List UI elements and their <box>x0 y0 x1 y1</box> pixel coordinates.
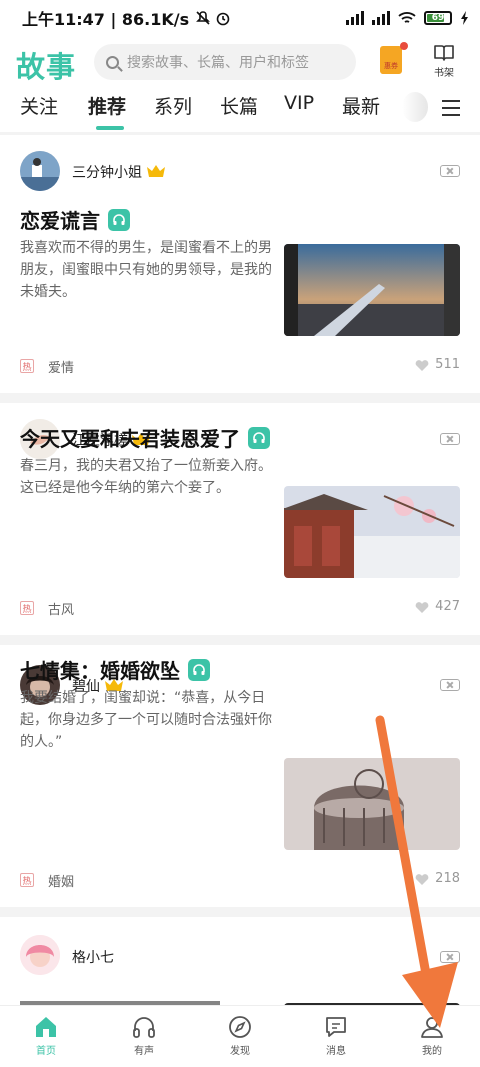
avatar[interactable] <box>20 151 60 191</box>
story-tag[interactable]: 爱情 <box>48 357 74 376</box>
bookshelf-button[interactable]: 书架 <box>428 44 460 79</box>
like-count: 427 <box>435 599 460 614</box>
nav-messages-label: 消息 <box>326 1046 346 1057</box>
hot-tag-icon: 热 <box>20 601 34 615</box>
alarm-icon <box>216 12 230 26</box>
nav-messages[interactable]: 消息 <box>306 1014 366 1057</box>
story-title[interactable]: 七情集：婚婚欲坠 <box>20 655 210 684</box>
signal-icon-2 <box>372 11 390 25</box>
tab-long[interactable]: 长篇 <box>220 92 258 119</box>
dismiss-icon[interactable] <box>440 165 460 177</box>
story-card[interactable]: 三分钟小姐 恋爱谎言 我喜欢而不得的男生，是闺蜜看不上的男朋友，闺蜜眼中只有她的… <box>0 135 480 393</box>
story-card[interactable]: 格小七 <box>0 917 480 1017</box>
story-excerpt: 我喜欢而不得的男生，是闺蜜看不上的男朋友，闺蜜眼中只有她的男领导，是我的未婚夫。 <box>20 240 272 300</box>
app-root: { "status_bar": { "time_speed": "上午11:47… <box>0 0 480 1067</box>
story-title-text: 今天又要和夫君装恩爱了 <box>20 427 240 451</box>
red-packet-button[interactable]: 惠券 <box>380 42 408 74</box>
dismiss-icon[interactable] <box>440 433 460 445</box>
charging-icon <box>461 11 468 25</box>
tab-vip[interactable]: VIP <box>284 92 314 114</box>
audio-badge-icon <box>188 658 210 681</box>
status-bar: 上午11:47 | 86.1K/s 69 <box>0 0 480 36</box>
compass-icon <box>229 1016 251 1038</box>
book-icon <box>434 45 454 61</box>
home-icon <box>36 1017 56 1037</box>
hot-tag-icon: 热 <box>20 873 34 887</box>
heart-icon <box>415 359 429 371</box>
notification-dot <box>400 42 408 50</box>
story-thumbnail[interactable] <box>284 758 460 850</box>
tab-follow[interactable]: 关注 <box>20 92 58 119</box>
nav-audio[interactable]: 有声 <box>114 1014 174 1057</box>
tab-recommend[interactable]: 推荐 <box>88 92 126 119</box>
red-packet-label: 惠券 <box>384 62 398 70</box>
nav-home[interactable]: 首页 <box>16 1014 76 1057</box>
tab-latest[interactable]: 最新 <box>342 92 380 119</box>
dismiss-icon[interactable] <box>440 951 460 963</box>
heart-icon <box>415 601 429 613</box>
bottom-nav: 首页 有声 发现 消息 我的 <box>0 1005 480 1067</box>
menu-icon[interactable] <box>442 100 460 116</box>
bookshelf-label: 书架 <box>434 68 454 79</box>
story-excerpt: 我要结婚了，闺蜜却说：“恭喜，从今日起，你身边多了一个可以随时合法强奸你的人。” <box>20 690 272 750</box>
nav-audio-label: 有声 <box>134 1046 154 1057</box>
nav-profile[interactable]: 我的 <box>402 1014 462 1057</box>
like-count: 218 <box>435 871 460 886</box>
battery-level: 69 <box>431 13 445 23</box>
headphones-icon <box>133 1017 155 1038</box>
like-button[interactable]: 511 <box>415 357 460 372</box>
story-tag[interactable]: 古风 <box>48 599 74 618</box>
message-icon <box>326 1017 346 1037</box>
dismiss-icon[interactable] <box>440 679 460 691</box>
nav-discover[interactable]: 发现 <box>210 1014 270 1057</box>
avatar[interactable] <box>20 935 60 975</box>
search-placeholder: 搜索故事、长篇、用户和标签 <box>127 55 309 71</box>
mute-icon <box>196 11 211 25</box>
audio-badge-icon <box>248 426 270 449</box>
like-button[interactable]: 218 <box>415 871 460 886</box>
battery-icon: 69 <box>424 11 452 25</box>
author-name[interactable]: 三分钟小姐 <box>72 162 142 182</box>
story-tag[interactable]: 婚姻 <box>48 871 74 890</box>
search-icon <box>106 55 119 69</box>
story-thumbnail[interactable] <box>284 244 460 336</box>
tab-overflow-fade <box>402 92 428 122</box>
profile-icon <box>421 1017 443 1038</box>
heart-icon <box>415 873 429 885</box>
story-title[interactable]: 恋爱谎言 <box>20 205 130 234</box>
audio-badge-icon <box>108 208 130 231</box>
author-name[interactable]: 格小七 <box>72 947 114 967</box>
wifi-icon <box>398 12 416 23</box>
category-tabs: 关注 推荐 系列 长篇 VIP 最新 <box>0 88 480 132</box>
story-title[interactable]: 今天又要和夫君装恩爱了 <box>20 423 270 452</box>
app-header: 故事 搜索故事、长篇、用户和标签 惠券 书架 关注 推荐 系列 长篇 VIP 最… <box>0 36 480 132</box>
nav-profile-label: 我的 <box>422 1046 442 1057</box>
nav-home-label: 首页 <box>36 1046 56 1057</box>
like-count: 511 <box>435 357 460 372</box>
status-time: 上午11:47 | 86.1K/s <box>22 10 190 29</box>
story-thumbnail[interactable] <box>284 486 460 578</box>
signal-icon <box>346 11 364 25</box>
like-button[interactable]: 427 <box>415 599 460 614</box>
story-card[interactable]: 江左浮槎 今天又要和夫君装恩爱了 春三月，我的夫君又抬了一位新妾入府。这已经是他… <box>0 403 480 635</box>
app-logo: 故事 <box>16 50 77 84</box>
crown-icon <box>147 165 165 177</box>
tab-series[interactable]: 系列 <box>154 92 192 119</box>
story-excerpt: 春三月，我的夫君又抬了一位新妾入府。这已经是他今年纳的第六个妾了。 <box>20 458 272 496</box>
story-title-text: 恋爱谎言 <box>20 209 100 233</box>
hot-tag-icon: 热 <box>20 359 34 373</box>
active-tab-indicator <box>96 126 124 130</box>
nav-discover-label: 发现 <box>230 1046 250 1057</box>
story-card[interactable]: 碧仙 七情集：婚婚欲坠 我要结婚了，闺蜜却说：“恭喜，从今日起，你身边多了一个可… <box>0 645 480 907</box>
search-bar[interactable]: 搜索故事、长篇、用户和标签 <box>94 44 356 80</box>
story-title-text: 七情集：婚婚欲坠 <box>20 659 180 683</box>
